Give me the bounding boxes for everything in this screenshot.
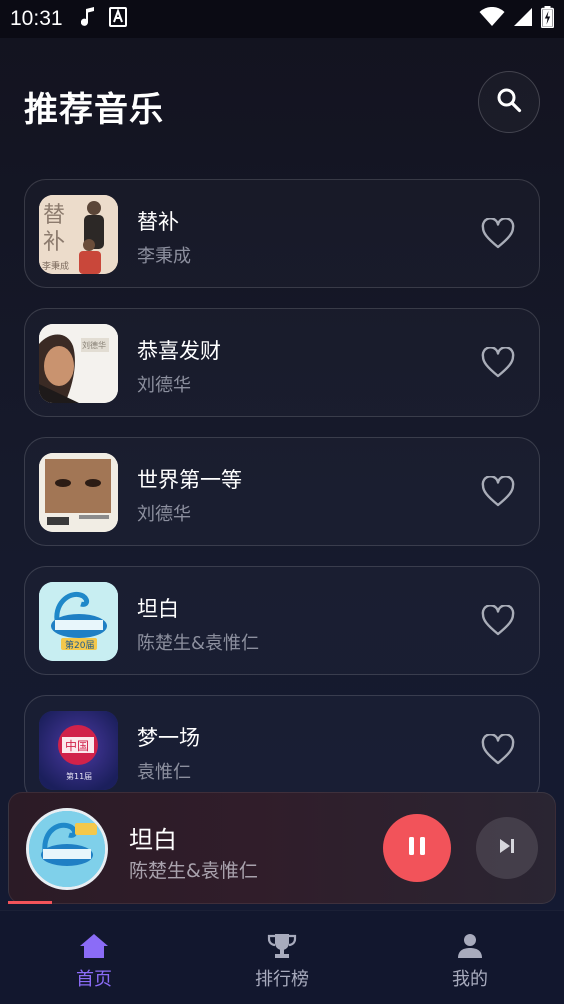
pause-icon	[406, 835, 428, 861]
cellular-signal-icon	[513, 7, 533, 32]
favorite-heart-icon[interactable]	[481, 217, 515, 250]
song-card[interactable]: 中国 第11届 梦一场 袁惟仁	[24, 695, 540, 804]
svg-text:李秉成: 李秉成	[42, 260, 69, 272]
favorite-heart-icon[interactable]	[481, 733, 515, 766]
playback-progress	[8, 901, 52, 904]
song-title: 恭喜发财	[137, 339, 221, 363]
album-cover: 刘德华	[39, 324, 118, 403]
favorite-heart-icon[interactable]	[481, 475, 515, 508]
song-card[interactable]: 刘德华 恭喜发财 刘德华	[24, 308, 540, 417]
status-bar: 10:31	[0, 0, 564, 38]
song-title: 坦白	[137, 597, 179, 621]
nav-ranking-label: 排行榜	[255, 969, 309, 990]
nav-home[interactable]: 首页	[34, 933, 154, 991]
battery-charging-icon	[541, 5, 554, 33]
now-playing-bar[interactable]: 坦白 陈楚生&袁惟仁	[8, 792, 556, 904]
song-artist: 刘德华	[137, 504, 191, 525]
album-cover: 中国 第11届	[39, 711, 118, 790]
skip-next-icon	[497, 836, 517, 860]
wifi-icon	[479, 6, 505, 32]
svg-text:补: 补	[43, 230, 65, 255]
search-icon	[496, 87, 522, 117]
song-artist: 刘德华	[137, 375, 191, 396]
favorite-heart-icon[interactable]	[481, 604, 515, 637]
pause-button[interactable]	[383, 814, 451, 882]
album-cover	[39, 453, 118, 532]
text-a-icon	[108, 6, 127, 32]
next-track-button[interactable]	[476, 817, 538, 879]
song-card[interactable]: 世界第一等 刘德华	[24, 437, 540, 546]
now-playing-title: 坦白	[129, 826, 177, 854]
status-time: 10:31	[10, 7, 63, 30]
now-playing-cover	[26, 808, 108, 890]
favorite-heart-icon[interactable]	[481, 346, 515, 379]
now-playing-artist: 陈楚生&袁惟仁	[129, 860, 258, 882]
song-artist: 李秉成	[137, 246, 191, 267]
song-title: 世界第一等	[137, 468, 242, 492]
header: 推荐音乐	[0, 38, 564, 166]
home-icon	[79, 933, 109, 963]
nav-profile[interactable]: 我的	[410, 933, 530, 991]
search-button[interactable]	[478, 71, 540, 133]
svg-text:第11届: 第11届	[66, 771, 92, 781]
song-artist: 袁惟仁	[137, 762, 191, 783]
music-note-icon	[80, 6, 95, 32]
nav-ranking[interactable]: 排行榜	[222, 933, 342, 991]
svg-text:替: 替	[43, 203, 65, 228]
album-cover: 第20届	[39, 582, 118, 661]
song-title: 替补	[137, 210, 179, 234]
nav-profile-label: 我的	[452, 969, 488, 990]
svg-text:中国: 中国	[65, 738, 89, 753]
page-title: 推荐音乐	[24, 90, 164, 130]
song-card[interactable]: 替 补 李秉成 替补 李秉成	[24, 179, 540, 288]
trophy-icon	[267, 933, 297, 963]
person-icon	[455, 933, 485, 963]
song-card[interactable]: 第20届 坦白 陈楚生&袁惟仁	[24, 566, 540, 675]
svg-text:第20届: 第20届	[65, 639, 94, 651]
nav-home-label: 首页	[76, 969, 112, 990]
song-title: 梦一场	[137, 726, 200, 750]
bottom-nav: 首页 排行榜 我的	[0, 910, 564, 1004]
svg-text:刘德华: 刘德华	[82, 340, 106, 350]
album-cover: 替 补 李秉成	[39, 195, 118, 274]
song-artist: 陈楚生&袁惟仁	[137, 633, 260, 654]
